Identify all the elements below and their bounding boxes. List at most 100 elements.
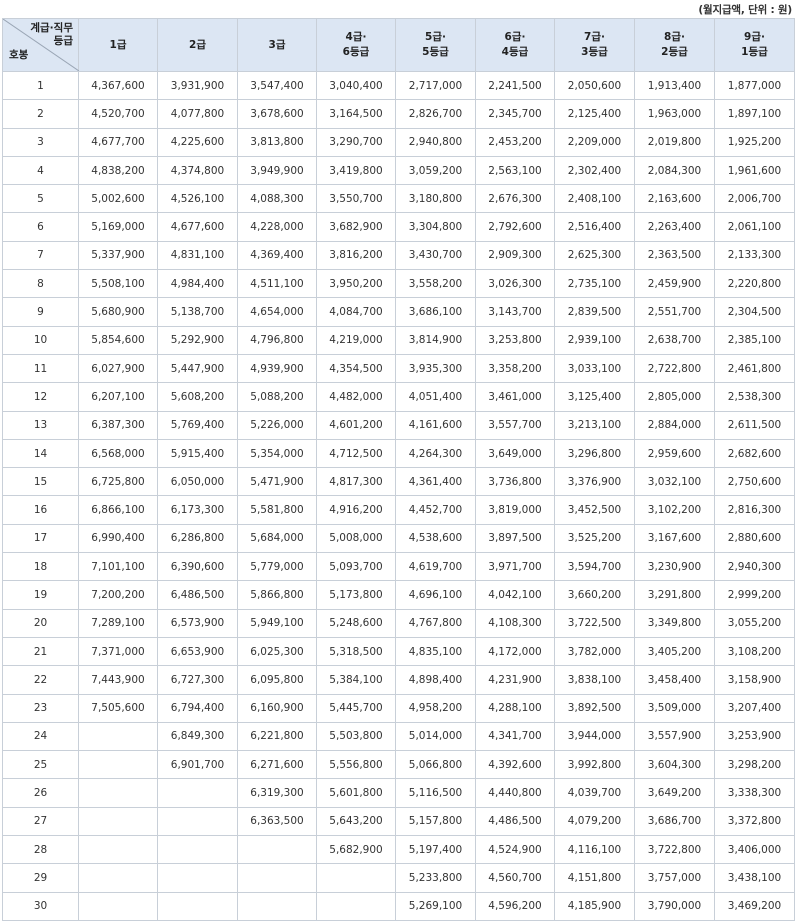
salary-cell: 6,160,900 — [237, 693, 317, 723]
salary-cell: 3,604,300 — [634, 750, 715, 780]
salary-cell: 4,596,200 — [475, 891, 555, 921]
salary-cell: 4,526,100 — [157, 184, 238, 214]
salary-cell: 3,180,800 — [395, 184, 476, 214]
table-row: 13 6,387,300 5,769,400 5,226,000 4,601,200 4,… — [2, 410, 795, 440]
salary-cell: 3,722,500 — [554, 608, 635, 638]
salary-cell: 2,006,700 — [714, 184, 795, 214]
salary-cell: 3,838,100 — [554, 665, 635, 695]
salary-cell: 5,269,100 — [395, 891, 476, 921]
salary-cell — [237, 835, 317, 865]
salary-cell: 4,392,600 — [475, 750, 555, 780]
salary-cell: 5,008,000 — [316, 523, 396, 554]
salary-cell: 7,443,900 — [78, 665, 158, 695]
salary-cell: 4,369,400 — [237, 240, 317, 271]
salary-cell — [157, 891, 238, 921]
salary-cell: 2,385,100 — [714, 325, 795, 355]
step-cell: 2 — [2, 99, 79, 129]
salary-cell: 3,557,900 — [634, 721, 715, 752]
salary-cell: 4,831,100 — [157, 240, 238, 271]
column-header-7: 7급· 3등급 — [554, 18, 635, 72]
step-cell: 25 — [2, 750, 79, 780]
salary-cell: 4,161,600 — [395, 410, 476, 440]
salary-cell: 6,387,300 — [78, 410, 158, 440]
salary-cell: 3,230,900 — [634, 552, 715, 582]
salary-cell: 3,059,200 — [395, 155, 476, 186]
salary-cell: 5,854,600 — [78, 325, 158, 355]
salary-cell: 3,349,800 — [634, 608, 715, 638]
salary-cell: 5,138,700 — [157, 297, 238, 327]
salary-cell: 5,508,100 — [78, 269, 158, 299]
salary-cell — [157, 863, 238, 893]
salary-cell — [78, 750, 158, 780]
salary-cell: 3,897,500 — [475, 523, 555, 554]
salary-cell: 2,805,000 — [634, 382, 715, 412]
salary-cell: 5,354,000 — [237, 438, 317, 469]
salary-cell: 2,909,300 — [475, 240, 555, 271]
salary-cell: 2,302,400 — [554, 155, 635, 186]
salary-cell: 3,547,400 — [237, 70, 317, 101]
salary-cell — [316, 863, 396, 893]
column-header-4: 4급· 6등급 — [316, 18, 396, 72]
salary-cell: 6,849,300 — [157, 721, 238, 752]
salary-cell — [157, 835, 238, 865]
salary-cell: 3,550,700 — [316, 184, 396, 214]
corner-top-line1: 계급·직무 — [30, 22, 73, 34]
salary-cell: 2,538,300 — [714, 382, 795, 412]
salary-cell: 5,556,800 — [316, 750, 396, 780]
salary-cell: 2,735,100 — [554, 269, 635, 299]
column-header-2-line1: 2급 — [189, 38, 206, 51]
salary-cell: 2,839,500 — [554, 297, 635, 327]
salary-cell: 2,792,600 — [475, 212, 555, 242]
salary-cell — [157, 778, 238, 808]
salary-cell: 6,027,900 — [78, 353, 158, 384]
salary-cell: 5,088,200 — [237, 382, 317, 412]
salary-cell: 3,430,700 — [395, 240, 476, 271]
salary-cell: 6,207,100 — [78, 382, 158, 412]
salary-cell: 5,684,000 — [237, 523, 317, 554]
page: (월지급액, 단위 : 원) 계급·직무 등급 호봉 1급 2급 3급 4급· … — [0, 0, 796, 921]
salary-cell: 2,453,200 — [475, 127, 555, 157]
salary-table: 계급·직무 등급 호봉 1급 2급 3급 4급· 6등급 5급· 5등급 6급· 4등… — [2, 18, 795, 921]
salary-cell: 3,949,900 — [237, 155, 317, 186]
salary-cell: 6,990,400 — [78, 523, 158, 554]
column-header-4-line1: 4급· — [345, 31, 367, 43]
salary-cell: 3,358,200 — [475, 353, 555, 384]
salary-cell: 2,084,300 — [634, 155, 715, 186]
salary-cell: 5,643,200 — [316, 806, 396, 837]
salary-cell: 4,341,700 — [475, 721, 555, 752]
salary-cell: 3,935,300 — [395, 353, 476, 384]
step-cell: 22 — [2, 665, 79, 695]
salary-cell: 3,782,000 — [554, 636, 635, 667]
salary-cell: 3,649,200 — [634, 778, 715, 808]
salary-cell: 7,101,100 — [78, 552, 158, 582]
table-row: 27 6,363,500 5,643,200 5,157,800 4,486,500 4,… — [2, 806, 795, 837]
salary-cell: 4,440,800 — [475, 778, 555, 808]
step-cell: 10 — [2, 325, 79, 355]
salary-cell: 5,197,400 — [395, 835, 476, 865]
salary-cell: 2,133,300 — [714, 240, 795, 271]
salary-cell: 4,619,700 — [395, 552, 476, 582]
salary-cell: 4,898,400 — [395, 665, 476, 695]
salary-cell: 3,125,400 — [554, 382, 635, 412]
step-cell: 24 — [2, 721, 79, 752]
salary-cell: 4,042,100 — [475, 580, 555, 610]
salary-cell: 2,363,500 — [634, 240, 715, 271]
salary-cell: 3,108,200 — [714, 636, 795, 667]
salary-cell: 3,813,800 — [237, 127, 317, 157]
table-row: 3 4,677,700 4,225,600 3,813,800 3,290,700 2,9… — [2, 127, 795, 157]
salary-cell: 4,560,700 — [475, 863, 555, 893]
salary-cell: 5,337,900 — [78, 240, 158, 271]
salary-cell: 4,984,400 — [157, 269, 238, 299]
step-cell: 8 — [2, 269, 79, 299]
salary-cell: 4,185,900 — [554, 891, 635, 921]
table-row: 9 5,680,900 5,138,700 4,654,000 4,084,700 3,6… — [2, 297, 795, 327]
step-cell: 23 — [2, 693, 79, 723]
salary-cell: 1,963,000 — [634, 99, 715, 129]
table-row: 5 5,002,600 4,526,100 4,088,300 3,550,700 3,1… — [2, 184, 795, 214]
corner-top-line2: 등급 — [53, 35, 73, 47]
table-row: 6 5,169,000 4,677,600 4,228,000 3,682,900 3,3… — [2, 212, 795, 242]
salary-cell: 4,677,700 — [78, 127, 158, 157]
salary-cell: 2,125,400 — [554, 99, 635, 129]
salary-cell: 2,940,300 — [714, 552, 795, 582]
table-body: 1 4,367,600 3,931,900 3,547,400 3,040,400 2,7… — [2, 70, 795, 921]
